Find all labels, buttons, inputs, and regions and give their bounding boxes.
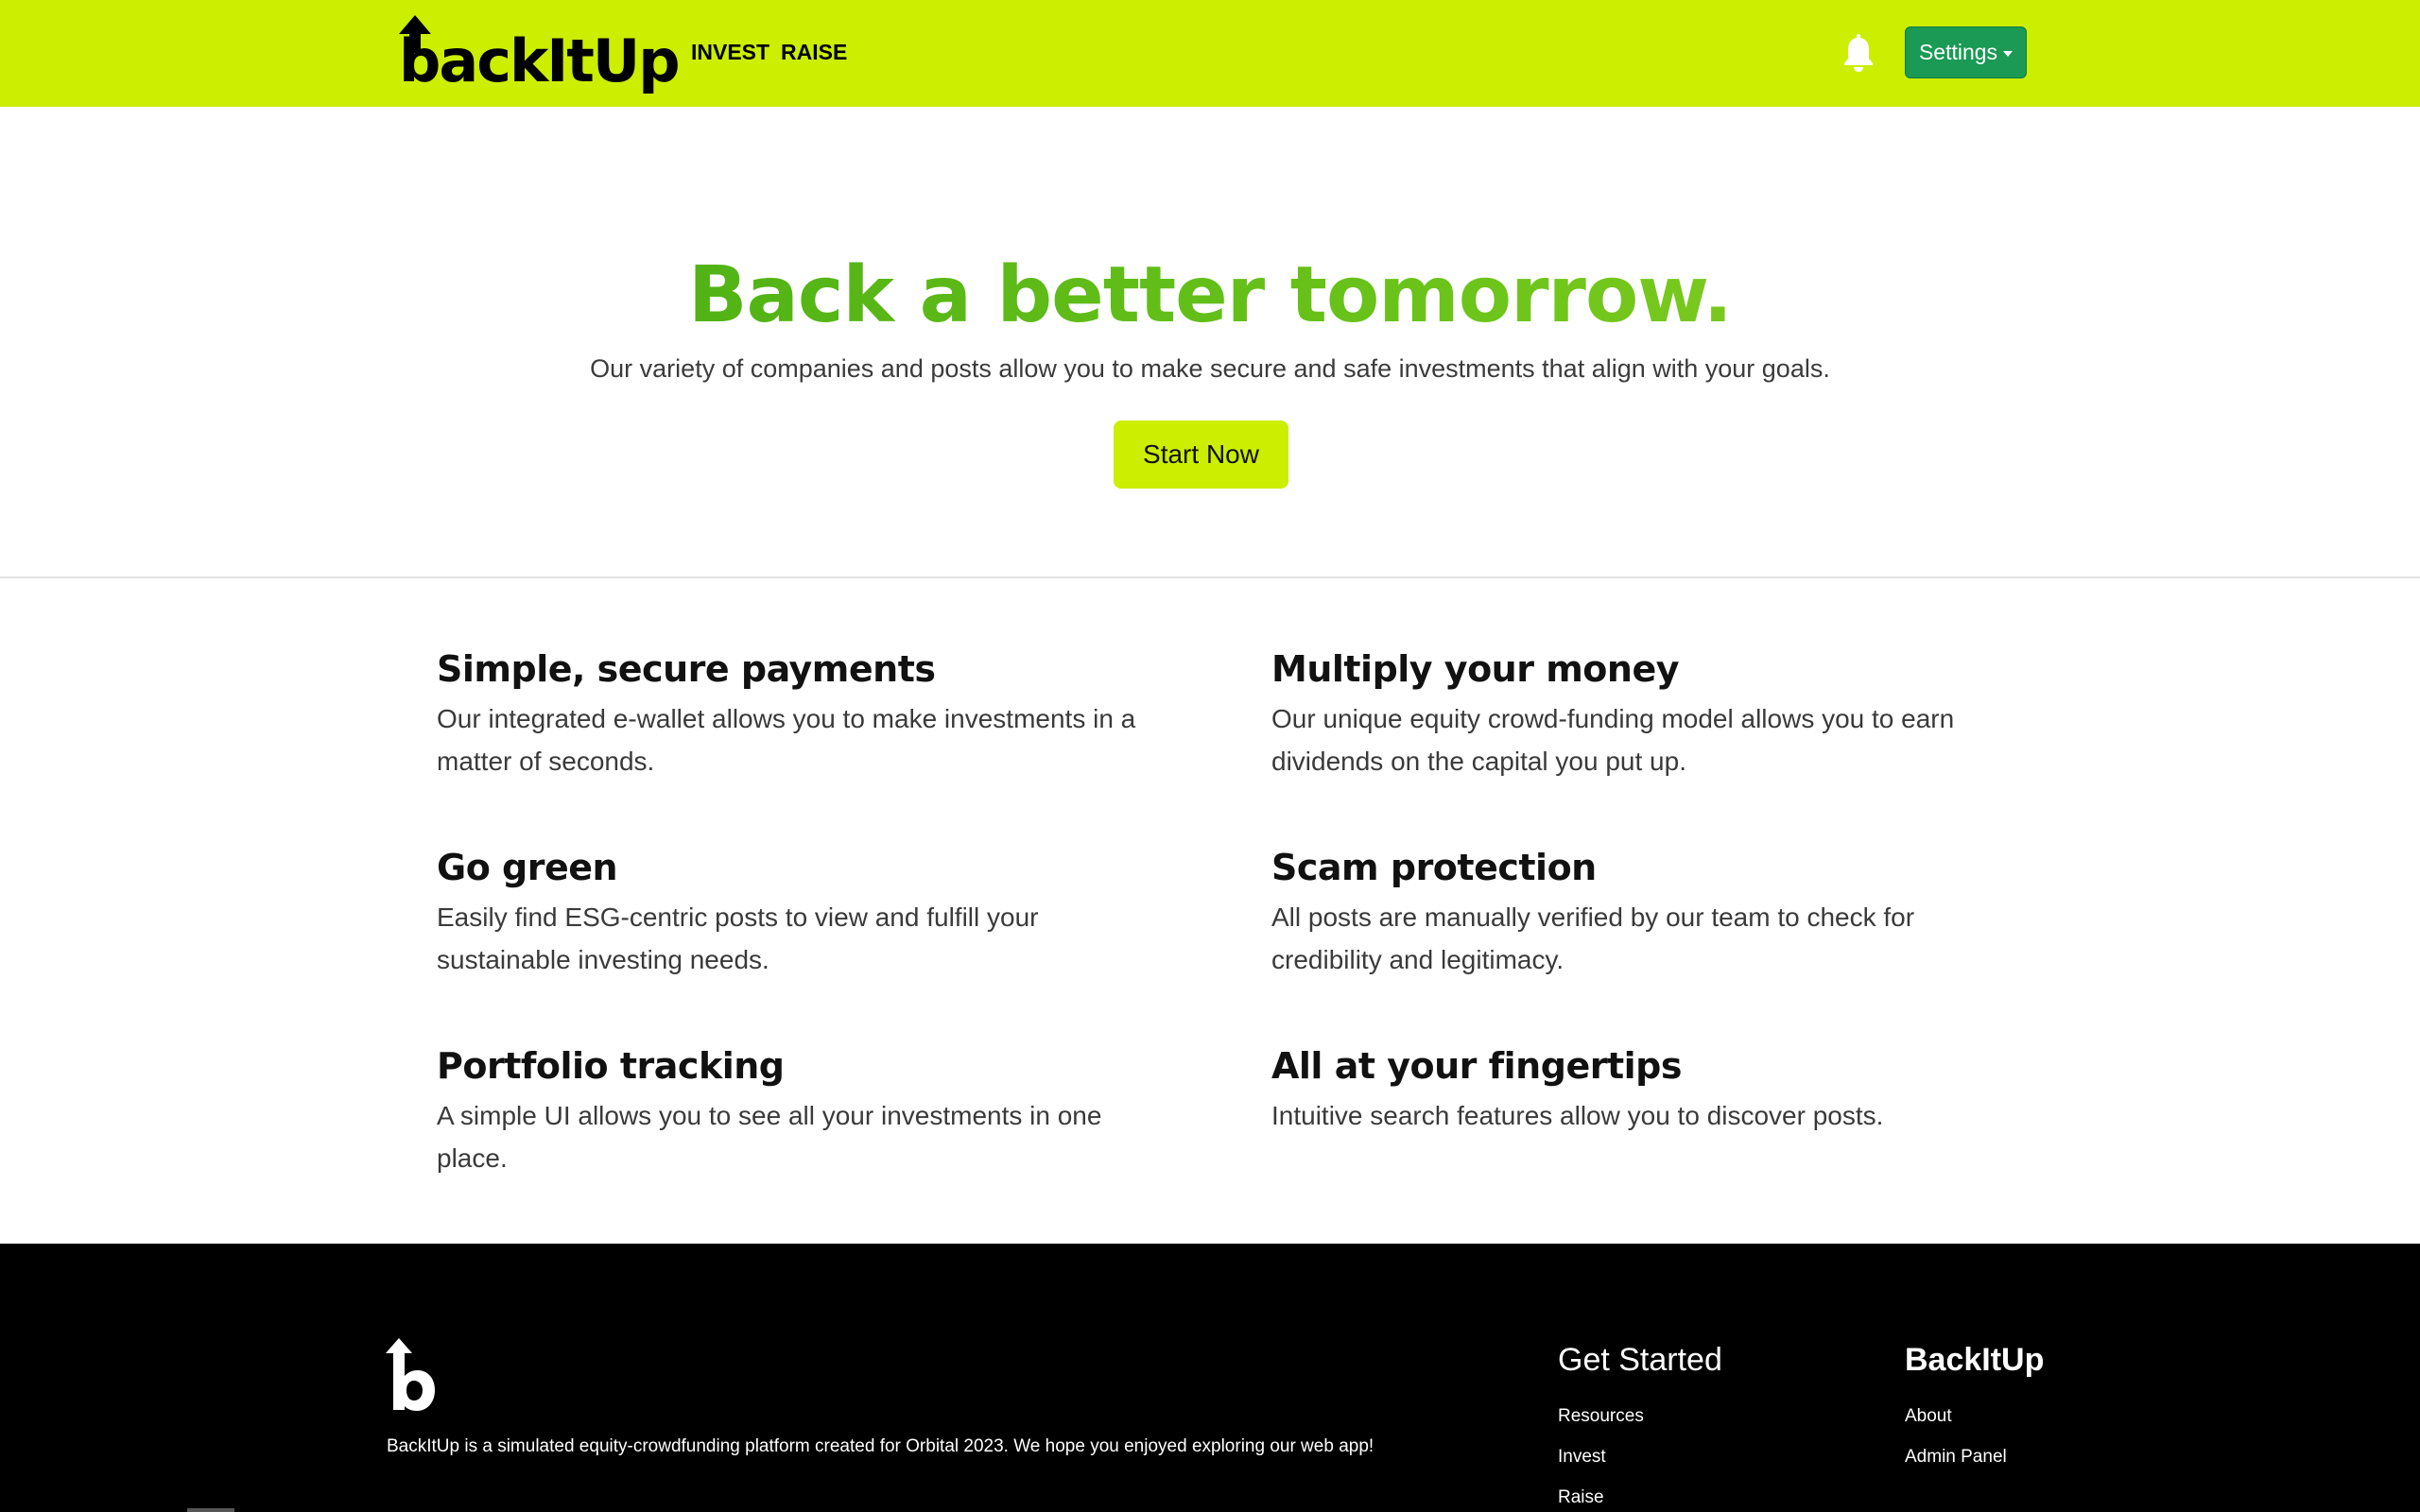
feature-item: Simple, secure payments Our integrated e… bbox=[437, 648, 1155, 782]
horizontal-scrollbar[interactable] bbox=[187, 1508, 234, 1512]
footer-link-raise[interactable]: Raise bbox=[1558, 1477, 1722, 1512]
footer-link-invest[interactable]: Invest bbox=[1558, 1436, 1722, 1477]
feature-text: A simple UI allows you to see all your i… bbox=[437, 1100, 1102, 1173]
hero-section: Back a better tomorrow. Our variety of c… bbox=[0, 107, 2420, 578]
brand-name: backItUp bbox=[399, 26, 681, 95]
feature-item: Multiply your money Our unique equity cr… bbox=[1271, 648, 1990, 782]
feature-item: Scam protection All posts are manually v… bbox=[1271, 847, 1990, 981]
footer-description: BackItUp is a simulated equity-crowdfund… bbox=[387, 1436, 1374, 1456]
hero-subtitle: Our variety of companies and posts allow… bbox=[590, 354, 1830, 383]
feature-text: Easily find ESG-centric posts to view an… bbox=[437, 902, 1039, 974]
footer-logo-icon bbox=[386, 1338, 435, 1411]
footer-column-backitup: BackItUp About Admin Panel bbox=[1905, 1342, 2044, 1477]
feature-title: Scam protection bbox=[1271, 847, 1597, 888]
footer-heading: Get Started bbox=[1558, 1342, 1722, 1378]
settings-dropdown-button[interactable]: Settings bbox=[1905, 26, 2027, 78]
feature-item: Go green Easily find ESG-centric posts t… bbox=[437, 847, 1155, 981]
settings-label: Settings bbox=[1918, 40, 1998, 64]
feature-title: All at your fingertips bbox=[1271, 1045, 1682, 1087]
bell-icon[interactable] bbox=[1842, 32, 1875, 74]
feature-title: Multiply your money bbox=[1271, 648, 1680, 690]
nav-link-raise[interactable]: RAISE bbox=[781, 40, 847, 65]
feature-item: Portfolio tracking A simple UI allows yo… bbox=[437, 1045, 1155, 1179]
feature-text: All posts are manually verified by our t… bbox=[1271, 902, 1915, 974]
feature-item: All at your fingertips Intuitive search … bbox=[1271, 1045, 1990, 1137]
start-now-button[interactable]: Start Now bbox=[1114, 421, 1288, 489]
footer-link-admin-panel[interactable]: Admin Panel bbox=[1905, 1436, 2044, 1477]
feature-text: Our unique equity crowd-funding model al… bbox=[1271, 703, 1955, 776]
navbar: backItUp INVEST RAISE Settings bbox=[0, 0, 2420, 107]
footer-heading: BackItUp bbox=[1905, 1342, 2045, 1378]
footer-link-about[interactable]: About bbox=[1905, 1396, 2044, 1436]
caret-down-icon bbox=[2003, 50, 2014, 57]
footer: BackItUp is a simulated equity-crowdfund… bbox=[0, 1244, 2420, 1512]
feature-text: Intuitive search features allow you to d… bbox=[1271, 1100, 1884, 1130]
footer-column-get-started: Get Started Resources Invest Raise bbox=[1558, 1342, 1722, 1512]
nav-link-invest[interactable]: INVEST bbox=[691, 40, 769, 65]
feature-text: Our integrated e-wallet allows you to ma… bbox=[437, 703, 1136, 776]
footer-link-resources[interactable]: Resources bbox=[1558, 1396, 1722, 1436]
feature-title: Go green bbox=[437, 847, 618, 888]
feature-title: Portfolio tracking bbox=[437, 1045, 785, 1087]
arrow-up-logo-icon bbox=[399, 15, 431, 53]
hero-title: Back a better tomorrow. bbox=[0, 250, 2420, 340]
brand-logo[interactable]: backItUp bbox=[399, 15, 681, 95]
feature-title: Simple, secure payments bbox=[437, 648, 936, 690]
